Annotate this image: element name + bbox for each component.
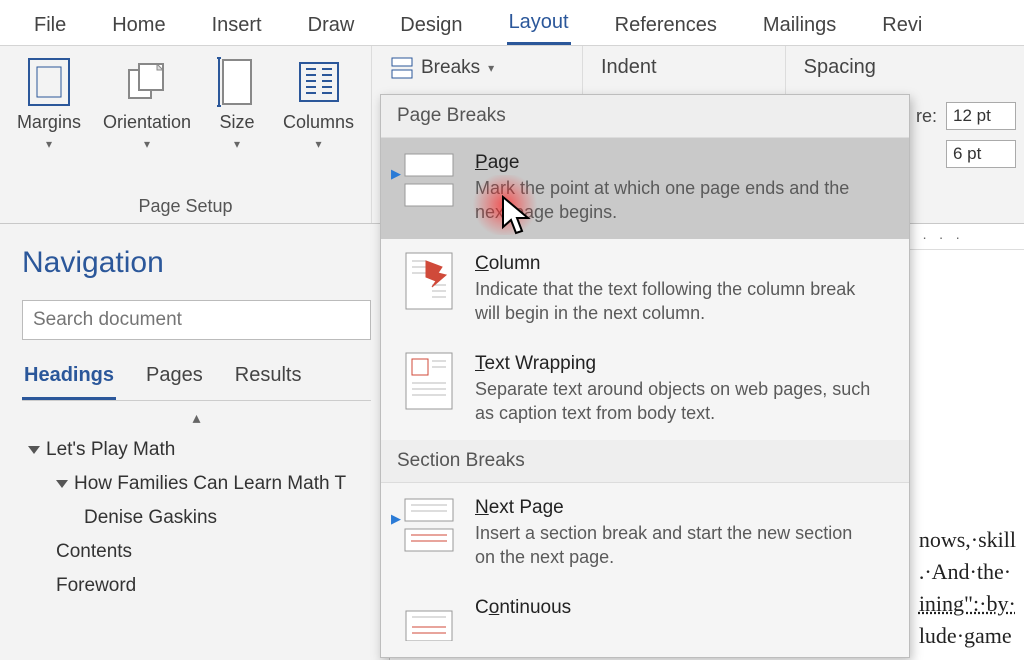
outline-label: Foreword	[56, 575, 136, 597]
chevron-down-icon: ▾	[234, 137, 240, 151]
tab-mailings[interactable]: Mailings	[761, 10, 838, 45]
size-icon	[213, 58, 261, 106]
column-break-icon	[401, 253, 457, 309]
orientation-icon	[123, 58, 171, 106]
nav-tab-pages[interactable]: Pages	[144, 358, 205, 400]
breaks-option-column[interactable]: Column Indicate that the text following …	[381, 239, 909, 340]
tab-insert[interactable]: Insert	[210, 10, 264, 45]
tab-references[interactable]: References	[613, 10, 719, 45]
selection-caret-icon: ▶	[391, 166, 397, 176]
nav-tab-headings[interactable]: Headings	[22, 358, 116, 400]
outline-item[interactable]: How Families Can Learn Math T	[22, 467, 371, 501]
breaks-dropdown: Page Breaks ▶ Page Mark the point at whi…	[380, 94, 910, 658]
navigation-tabs: Headings Pages Results	[22, 358, 371, 401]
spacing-before-row: re:	[916, 102, 1016, 130]
chevron-down-icon: ▾	[46, 137, 52, 151]
option-desc: Mark the point at which one page ends an…	[475, 176, 875, 225]
page-break-icon	[401, 152, 457, 208]
breaks-option-page[interactable]: ▶ Page Mark the point at which one page …	[381, 138, 909, 239]
doc-line: lude·game	[919, 620, 1016, 652]
tab-draw[interactable]: Draw	[306, 10, 357, 45]
next-page-section-icon	[401, 497, 457, 553]
columns-button[interactable]: Columns ▾	[281, 54, 356, 155]
nav-tab-results[interactable]: Results	[233, 358, 304, 400]
columns-label: Columns	[283, 112, 354, 133]
outline-label: Denise Gaskins	[84, 507, 217, 529]
navigation-title: Navigation	[22, 246, 371, 280]
option-desc: Insert a section break and start the new…	[475, 521, 875, 570]
option-title: Text Wrapping	[475, 353, 875, 375]
triangle-down-icon	[28, 446, 40, 454]
columns-icon	[295, 58, 343, 106]
text-wrapping-icon	[401, 353, 457, 409]
spacing-after-row	[916, 140, 1016, 168]
breaks-option-continuous[interactable]: Continuous	[381, 583, 909, 657]
selection-caret-icon: ▶	[391, 511, 397, 521]
breaks-section-section: Section Breaks	[381, 440, 909, 483]
document-text: nows,·skill .·And·the· ining":·by· lude·…	[919, 524, 1016, 652]
option-title: Page	[475, 152, 875, 174]
outline-label: Contents	[56, 541, 132, 563]
option-desc: Separate text around objects on web page…	[475, 377, 875, 426]
outline-label: How Families Can Learn Math T	[74, 473, 346, 495]
breaks-button[interactable]: Breaks ▾	[380, 52, 505, 84]
breaks-icon	[391, 57, 413, 79]
navigation-outline: Let's Play Math How Families Can Learn M…	[22, 433, 371, 603]
doc-line: nows,·skill	[919, 524, 1016, 556]
outline-item[interactable]: Foreword	[22, 569, 371, 603]
margins-label: Margins	[17, 112, 81, 133]
chevron-down-icon: ▾	[144, 137, 150, 151]
doc-line: .·And·the·	[919, 556, 1016, 588]
outline-item[interactable]: Denise Gaskins	[22, 501, 371, 535]
tab-review[interactable]: Revi	[880, 10, 924, 45]
spacing-before-input[interactable]	[946, 102, 1016, 130]
spacing-after-input[interactable]	[946, 140, 1016, 168]
breaks-section-page: Page Breaks	[381, 95, 909, 138]
option-desc: Indicate that the text following the col…	[475, 277, 875, 326]
group-page-setup: Margins ▾ Orientation ▾ Size ▾	[0, 46, 372, 223]
indent-heading: Indent	[601, 56, 657, 79]
orientation-label: Orientation	[103, 112, 191, 133]
spacing-before-label: re:	[916, 106, 938, 127]
triangle-down-icon	[56, 480, 68, 488]
tab-file[interactable]: File	[32, 10, 68, 45]
breaks-label: Breaks	[421, 57, 480, 79]
breaks-option-next-page[interactable]: ▶ Next Page Insert a section break and s…	[381, 483, 909, 584]
search-input[interactable]	[22, 300, 371, 340]
option-title: Continuous	[475, 597, 571, 619]
outline-item[interactable]: Let's Play Math	[22, 433, 371, 467]
continuous-section-icon	[401, 597, 457, 653]
margins-button[interactable]: Margins ▾	[15, 54, 83, 155]
outline-label: Let's Play Math	[46, 439, 175, 461]
spacing-heading: Spacing	[804, 56, 876, 79]
margins-icon	[25, 58, 73, 106]
breaks-option-text-wrapping[interactable]: Text Wrapping Separate text around objec…	[381, 339, 909, 440]
tab-home[interactable]: Home	[110, 10, 167, 45]
navigation-pane: Navigation Headings Pages Results ▴ Let'…	[0, 224, 390, 660]
doc-line: ining":·by·	[919, 588, 1016, 620]
spacing-fields: re:	[916, 102, 1016, 168]
chevron-down-icon: ▾	[316, 137, 322, 151]
spacing-after-label	[916, 144, 938, 165]
ribbon-tabs: File Home Insert Draw Design Layout Refe…	[0, 0, 1024, 46]
collapse-icon: ▴	[183, 413, 211, 423]
chevron-down-icon: ▾	[488, 61, 494, 75]
option-title: Next Page	[475, 497, 875, 519]
group-label-page-setup: Page Setup	[138, 190, 232, 221]
size-button[interactable]: Size ▾	[211, 54, 263, 155]
orientation-button[interactable]: Orientation ▾	[101, 54, 193, 155]
option-title: Column	[475, 253, 875, 275]
outline-item[interactable]: Contents	[22, 535, 371, 569]
tab-design[interactable]: Design	[398, 10, 464, 45]
nav-collapse-row[interactable]: ▴	[22, 409, 371, 433]
tab-layout[interactable]: Layout	[507, 7, 571, 45]
size-label: Size	[220, 112, 255, 133]
